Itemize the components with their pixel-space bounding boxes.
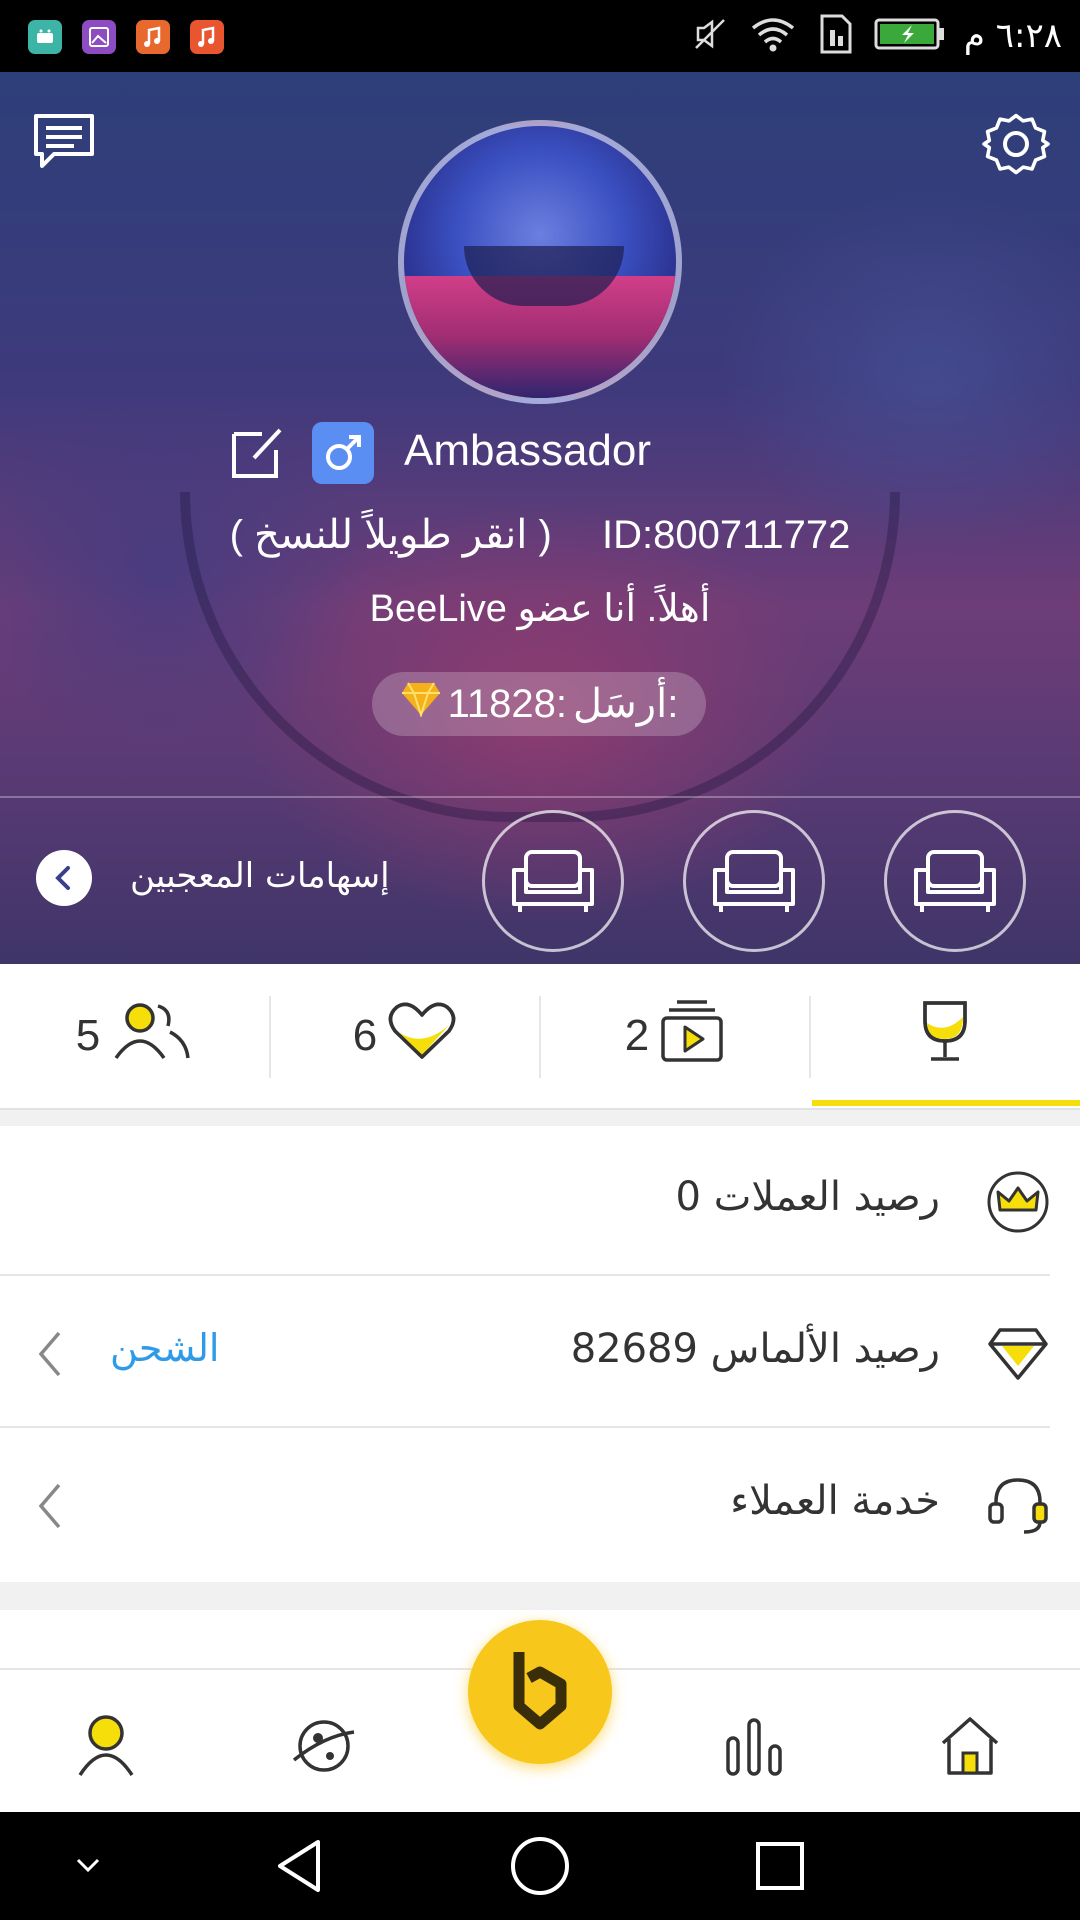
id-row[interactable]: ( انقر طويلاً للنسخ ) ID:800711772 — [0, 512, 1080, 558]
tab-videos[interactable]: 2 — [540, 964, 810, 1108]
fan-seat-2[interactable] — [683, 810, 825, 952]
customer-service-label: خدمة العملاء — [730, 1478, 940, 1524]
trophy-icon — [911, 997, 979, 1076]
heart-icon — [387, 1001, 457, 1072]
avatar[interactable] — [398, 120, 682, 404]
followers-icon — [110, 1000, 194, 1073]
diamond-icon — [400, 681, 442, 727]
sent-label: أرسَل: — [573, 682, 679, 726]
male-gender-icon — [312, 422, 374, 484]
chevron-left-icon[interactable] — [30, 1326, 70, 1382]
recharge-link[interactable]: الشحن — [110, 1326, 220, 1370]
tab-trophy[interactable] — [810, 964, 1080, 1108]
copy-hint: ( انقر طويلاً للنسخ ) — [229, 513, 552, 557]
bottom-nav — [0, 1620, 1080, 1812]
fans-contribution-row[interactable]: إسهامات المعجبين — [0, 798, 1080, 964]
profile-bio: أهلاً. أنا عضو BeeLive — [369, 588, 711, 630]
music-icon — [136, 20, 170, 54]
tab-likes[interactable]: 6 — [270, 964, 540, 1108]
edit-profile-icon[interactable] — [226, 422, 288, 484]
nav-home[interactable] — [930, 1706, 1010, 1786]
videos-count: 2 — [624, 1011, 650, 1060]
wifi-icon — [748, 14, 798, 58]
collapse-chevron-icon[interactable] — [56, 1834, 120, 1898]
sim-icon — [816, 12, 856, 60]
mute-icon — [690, 14, 730, 58]
active-tab-indicator — [812, 1100, 1080, 1106]
system-nav-bar — [0, 1812, 1080, 1920]
tab-followers[interactable]: 5 — [0, 964, 270, 1108]
battery-icon — [874, 16, 946, 56]
coins-balance-row[interactable]: رصيد العملات 0 — [0, 1126, 1080, 1276]
diamond-balance-text: رصيد الألماس 82689 — [570, 1326, 940, 1372]
user-id: ID:800711772 — [602, 513, 851, 557]
back-triangle-icon[interactable] — [268, 1834, 332, 1898]
diamond-value: 82689 — [570, 1326, 698, 1372]
fans-label: إسهامات المعجبين — [130, 856, 390, 896]
home-circle-icon[interactable] — [508, 1834, 572, 1898]
sent-diamonds-badge[interactable]: 11828: أرسَل: — [372, 672, 706, 736]
followers-count: 5 — [75, 1011, 101, 1060]
fan-seat-3[interactable] — [482, 810, 624, 952]
stats-tabs: 5 6 2 — [0, 964, 1080, 1108]
music-icon — [190, 20, 224, 54]
coins-balance-text: رصيد العملات 0 — [675, 1174, 940, 1220]
profile-header: Ambassador ( انقر طويلاً للنسخ ) ID:8007… — [0, 72, 1080, 964]
sent-value: 11828: — [447, 681, 567, 726]
diamond-balance-row[interactable]: رصيد الألماس 82689 الشحن — [0, 1278, 1080, 1428]
chevron-left-icon[interactable] — [30, 1478, 70, 1534]
gallery-icon — [82, 20, 116, 54]
fan-seat-1[interactable] — [884, 810, 1026, 952]
customer-service-row[interactable]: خدمة العملاء — [0, 1430, 1080, 1580]
status-time: ٦:٢٨ م — [963, 16, 1062, 56]
likes-count: 6 — [352, 1011, 378, 1060]
nav-profile[interactable] — [66, 1706, 146, 1786]
brand-center-button[interactable] — [468, 1620, 612, 1764]
diamond-outline-icon — [986, 1322, 1050, 1386]
nav-ranking-bars[interactable] — [714, 1706, 794, 1786]
coins-value: 0 — [675, 1174, 701, 1220]
settings-gear-icon[interactable] — [978, 106, 1054, 182]
video-play-icon — [659, 998, 725, 1075]
headset-icon — [986, 1474, 1050, 1538]
crown-icon — [986, 1170, 1050, 1234]
recents-square-icon[interactable] — [748, 1834, 812, 1898]
nav-explore-planet[interactable] — [284, 1706, 364, 1786]
messages-icon[interactable] — [28, 106, 100, 178]
chevron-left-icon[interactable] — [36, 850, 92, 906]
status-bar: ٦:٢٨ م — [0, 0, 1080, 72]
android-icon — [28, 20, 62, 54]
profile-name: Ambassador — [404, 426, 652, 475]
